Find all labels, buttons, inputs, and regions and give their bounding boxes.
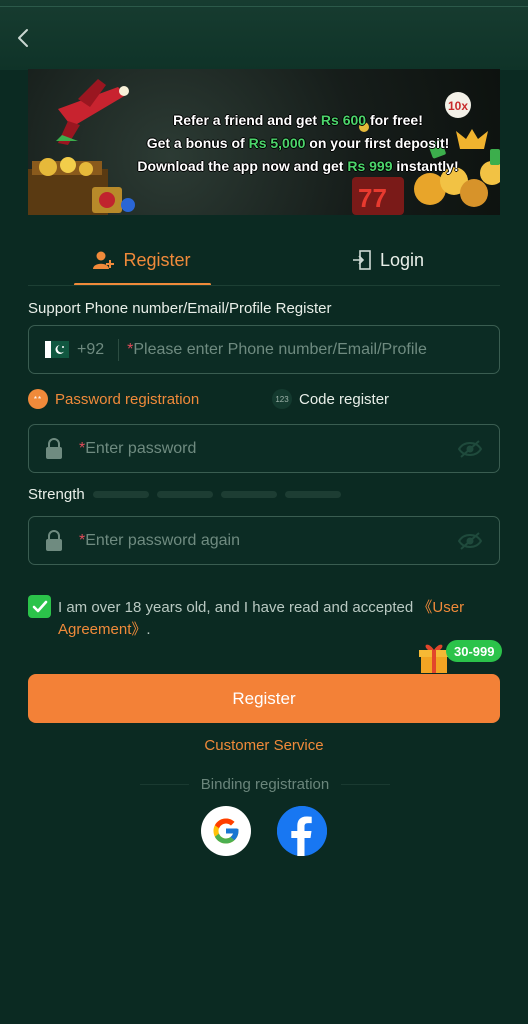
login-door-icon [352,250,372,270]
tab-register-label: Register [123,249,191,270]
password-strength: Strength [28,486,349,503]
strength-bar [220,491,277,498]
binding-line-right [341,783,391,785]
gift-icon[interactable] [418,641,450,675]
binding-label: Binding registration [200,775,330,793]
checkbox-check-icon [32,600,47,612]
strength-label: Strength [28,486,85,503]
facebook-login-button[interactable] [277,806,327,856]
tabs-divider [28,285,500,286]
code-register-label: Code register [299,390,390,408]
facebook-icon [277,806,327,856]
support-label: Support Phone number/Email/Profile Regis… [28,300,332,317]
password-field[interactable]: *Enter password [28,424,500,473]
top-divider [0,6,528,7]
eye-off-icon[interactable] [457,439,483,459]
bonus-badge[interactable]: 30-999 [446,640,503,662]
top-bar [0,0,528,70]
binding-line-left [140,783,189,785]
country-code[interactable]: +92 [77,341,104,359]
password-mode-icon: ** [28,389,48,409]
strength-bar [284,491,341,498]
phone-email-field[interactable]: +92 *Please enter Phone number/Email/Pro… [28,325,500,374]
strength-bar [92,491,149,498]
field-separator [118,338,120,361]
password-again-field[interactable]: *Enter password again [28,516,500,565]
password-placeholder: *Enter password [79,439,197,457]
google-icon [213,818,239,844]
register-user-icon [93,250,115,270]
customer-service-link[interactable]: Customer Service [0,737,528,754]
promo-banner[interactable]: 10x 77 Refer a friend and get Rs 600 for… [28,69,500,215]
back-arrow-icon[interactable] [12,26,34,50]
code-mode-icon: 123 [272,389,292,409]
agree-checkbox[interactable] [28,595,51,618]
pakistan-flag-icon[interactable] [45,341,69,358]
lock-icon [45,529,65,552]
code-register-option[interactable]: 123 Code register [272,388,389,410]
tab-register[interactable]: Register [74,236,210,284]
phone-email-placeholder: *Please enter Phone number/Email/Profile [127,340,427,358]
banner-text: Refer a friend and get Rs 600 for free! … [137,112,459,174]
register-mode-switch: ** Password registration 123 Code regist… [28,388,500,410]
strength-bar [156,491,213,498]
eye-off-icon[interactable] [457,531,483,551]
agreement-text: I am over 18 years old, and I have read … [58,599,465,638]
tab-login-label: Login [379,249,425,270]
password-registration-option[interactable]: ** Password registration [28,388,199,410]
password-registration-label: Password registration [55,390,200,408]
password-again-placeholder: *Enter password again [79,531,240,549]
lock-icon [45,437,65,460]
tab-login[interactable]: Login [328,236,448,284]
binding-registration: Binding registration [140,774,391,794]
svg-text:77: 77 [358,183,387,213]
google-login-button[interactable] [201,806,251,856]
register-button[interactable]: Register [28,674,500,723]
auth-tabs: Register Login [28,236,500,288]
